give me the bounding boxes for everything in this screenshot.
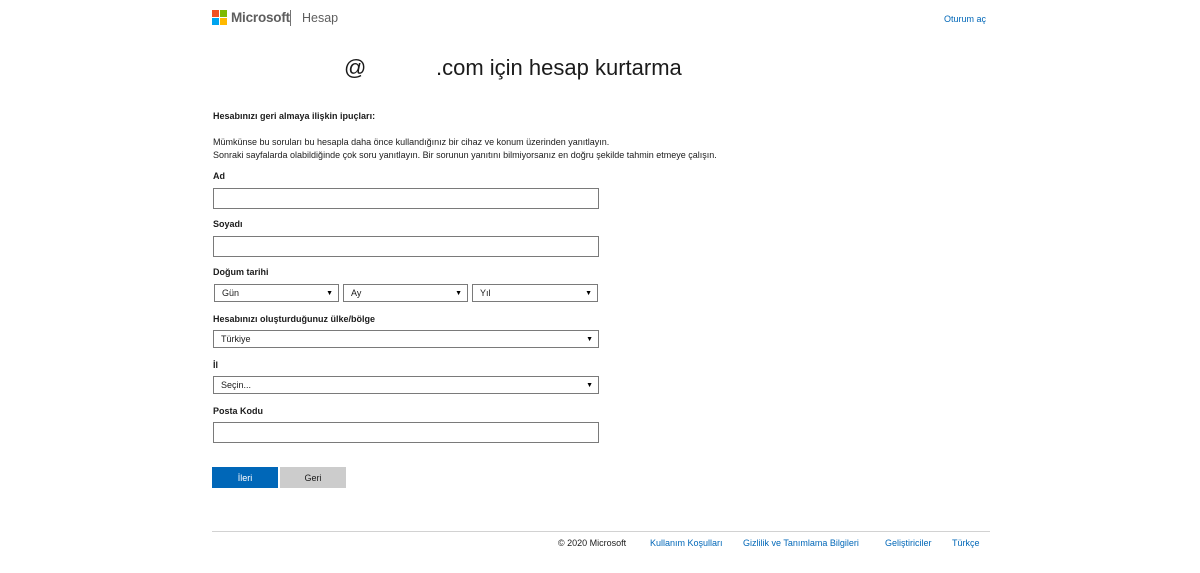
footer-developers-link[interactable]: Geliştiriciler — [885, 538, 932, 548]
page-title: .com için hesap kurtarma — [436, 55, 682, 80]
postal-code-input[interactable] — [213, 422, 599, 443]
last-name-input[interactable] — [213, 236, 599, 257]
country-select[interactable]: Türkiye ▼ — [213, 330, 599, 348]
dropdown-arrow-icon: ▼ — [586, 335, 593, 343]
birth-year-select[interactable]: Yıl ▼ — [472, 284, 598, 302]
brand-name: Microsoft — [231, 10, 290, 25]
last-name-label: Soyadı — [213, 219, 243, 229]
brand-divider — [290, 10, 291, 26]
dropdown-arrow-icon: ▼ — [586, 381, 593, 389]
logo-square-yellow — [220, 18, 227, 25]
birth-day-value: Gün — [222, 288, 240, 298]
footer-privacy-link[interactable]: Gizlilik ve Tanımlama Bilgileri — [743, 538, 859, 548]
province-label: İl — [213, 360, 219, 370]
birth-year-value: Yıl — [480, 288, 491, 298]
dropdown-arrow-icon: ▼ — [455, 289, 462, 297]
first-name-input[interactable] — [213, 188, 599, 209]
footer-terms-link[interactable]: Kullanım Koşulları — [650, 538, 723, 548]
footer-language-link[interactable]: Türkçe — [952, 538, 980, 548]
footer-divider — [212, 531, 990, 532]
postal-code-label: Posta Kodu — [213, 406, 264, 416]
dropdown-arrow-icon: ▼ — [585, 289, 592, 297]
birth-day-select[interactable]: Gün ▼ — [214, 284, 339, 302]
microsoft-logo — [212, 10, 227, 25]
birth-month-select[interactable]: Ay ▼ — [343, 284, 468, 302]
logo-square-green — [220, 10, 227, 17]
province-value: Seçin... — [221, 380, 252, 390]
birth-date-label: Doğum tarihi — [213, 267, 269, 277]
country-label: Hesabınızı oluşturduğunuz ülke/bölge — [213, 314, 376, 324]
product-name: Hesap — [302, 11, 339, 25]
signin-link[interactable]: Oturum aç — [944, 14, 986, 24]
tips-heading: Hesabınızı geri almaya ilişkin ipuçları: — [213, 111, 376, 121]
tips-line-2: Sonraki sayfalarda olabildiğinde çok sor… — [213, 150, 717, 160]
birth-month-value: Ay — [351, 288, 362, 298]
first-name-label: Ad — [213, 171, 225, 181]
tips-line-1: Mümkünse bu soruları bu hesapla daha önc… — [213, 137, 610, 147]
logo-square-red — [212, 10, 219, 17]
back-button[interactable]: Geri — [280, 467, 346, 488]
footer-copyright: © 2020 Microsoft — [558, 538, 627, 548]
country-value: Türkiye — [221, 334, 251, 344]
logo-square-blue — [212, 18, 219, 25]
province-select[interactable]: Seçin... ▼ — [213, 376, 599, 394]
next-button[interactable]: İleri — [212, 467, 278, 488]
page-title-at-sign: @ — [344, 55, 367, 80]
dropdown-arrow-icon: ▼ — [326, 289, 333, 297]
